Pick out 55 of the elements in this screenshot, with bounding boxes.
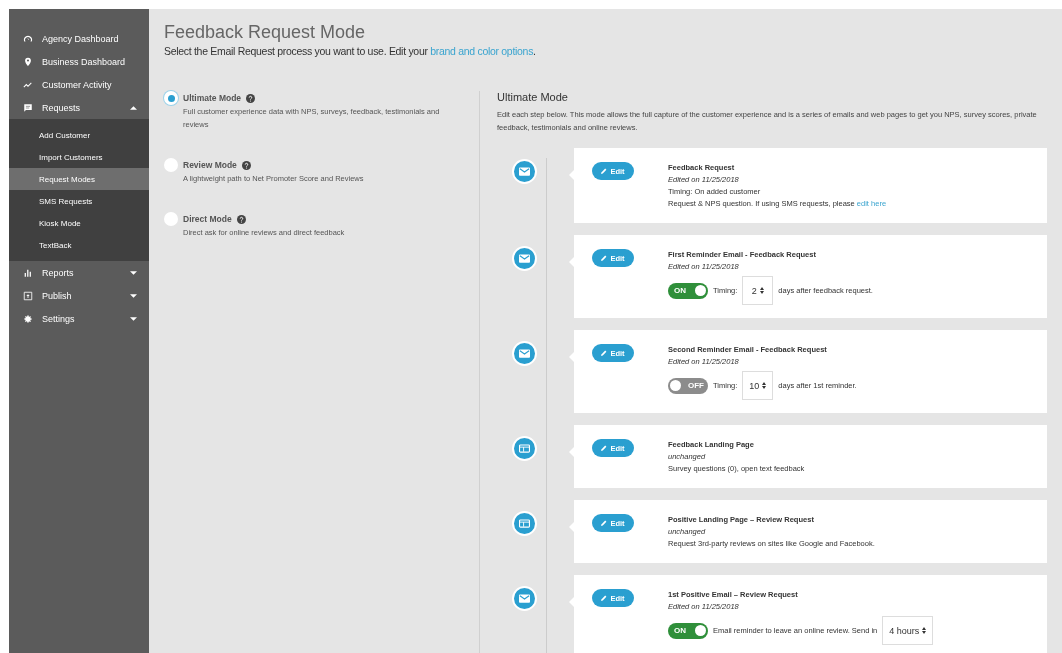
envelope-icon	[518, 594, 530, 603]
envelope-icon	[518, 349, 530, 358]
select-field[interactable]: 10	[742, 371, 774, 400]
submenu-item[interactable]: Add Customer	[9, 124, 149, 146]
pencil-icon	[601, 520, 608, 526]
submenu-item[interactable]: Kiosk Mode	[9, 212, 149, 234]
sidebar-item[interactable]: Reports	[9, 261, 149, 284]
select-field[interactable]: 2	[742, 276, 774, 305]
envelope-icon	[518, 254, 530, 263]
caret-icon	[130, 105, 137, 110]
mode-title: Review Mode	[183, 160, 237, 170]
submenu-item[interactable]: TextBack	[9, 234, 149, 256]
publish-icon	[23, 290, 33, 301]
caret-icon	[130, 316, 137, 321]
sidebar-item[interactable]: Agency Dashboard	[9, 27, 149, 50]
sidebar-item[interactable]: Publish	[9, 284, 149, 307]
pencil-icon	[601, 350, 608, 356]
page-subtitle: Select the Email Request process you want to use. Edit your brand and color options.	[164, 45, 537, 57]
browser-window-icon	[518, 444, 530, 453]
sidebar-item[interactable]: Settings	[9, 307, 149, 330]
spinner-arrows-icon	[762, 382, 767, 389]
envelope-icon	[518, 167, 530, 176]
pencil-icon	[601, 445, 608, 451]
sidebar-item[interactable]: Requests	[9, 96, 149, 119]
help-icon	[241, 160, 251, 170]
pencil-icon	[601, 595, 608, 601]
mode-title: Direct Mode	[183, 214, 232, 224]
section-title: Ultimate Mode	[497, 91, 569, 103]
bar-chart-icon	[23, 267, 33, 278]
location-pin-icon	[23, 56, 33, 67]
caret-icon	[130, 270, 137, 275]
message-icon	[23, 102, 33, 113]
help-icon	[236, 214, 246, 224]
submenu-item[interactable]: Request Modes	[9, 168, 149, 190]
submenu-item[interactable]: SMS Requests	[9, 190, 149, 212]
sidebar-item[interactable]: Customer Activity	[9, 73, 149, 96]
page-title: Feedback Request Mode	[164, 22, 367, 43]
help-icon	[246, 93, 256, 103]
select-field[interactable]: 4 hours	[882, 616, 934, 645]
browser-window-icon	[518, 519, 530, 528]
caret-icon	[130, 293, 137, 298]
radio-button[interactable]	[164, 158, 178, 172]
spinner-arrows-icon	[759, 287, 764, 294]
toggle-switch[interactable]: ON	[668, 282, 708, 299]
radio-button[interactable]	[164, 212, 178, 226]
spinner-arrows-icon	[922, 627, 927, 634]
pencil-icon	[601, 255, 608, 261]
mode-title: Ultimate Mode	[183, 93, 242, 103]
sidebar-item[interactable]: Business Dashboard	[9, 50, 149, 73]
radio-button[interactable]	[164, 91, 178, 105]
submenu-item[interactable]: Import Customers	[9, 146, 149, 168]
pencil-icon	[601, 168, 608, 174]
settings-icon	[23, 313, 33, 324]
gauge-icon	[23, 33, 33, 44]
toggle-switch[interactable]: ON	[668, 622, 708, 639]
